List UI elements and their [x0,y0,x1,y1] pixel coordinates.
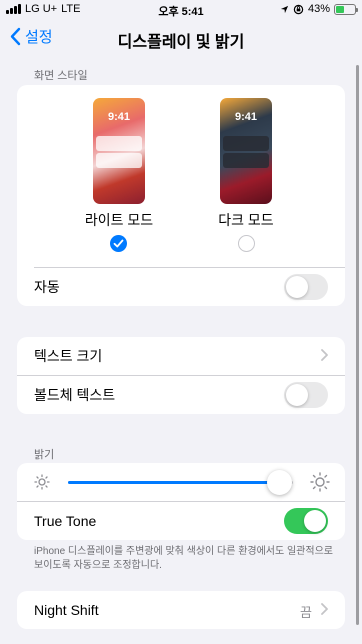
sun-large-icon [310,472,330,492]
battery-percent: 43% [307,3,330,15]
auto-row: 자동 [17,268,345,306]
text-size-row[interactable]: 텍스트 크기 [17,337,345,375]
chevron-right-icon [321,349,328,361]
brightness-slider[interactable] [68,470,293,495]
true-tone-row: True Tone [17,501,345,539]
appearance-group: 9:41 9:41 라이트 모드 다크 모드 자동 [17,85,345,306]
nav-bar: 설정 디스플레이 및 밝기 [0,20,362,56]
brightness-slider-fill [68,481,280,484]
night-shift-group: Night Shift 끔 [17,591,345,629]
night-shift-value: 끔 [300,605,312,620]
auto-toggle[interactable] [284,274,328,300]
dark-mode-label[interactable]: 다크 모드 [201,210,291,230]
battery-icon [334,3,358,15]
night-shift-row[interactable]: Night Shift 끔 [17,591,345,629]
true-tone-toggle[interactable] [284,508,328,534]
status-bar: LG U+ LTE 오후 5:41 43% [0,0,362,20]
dark-preview-time: 9:41 [234,111,258,123]
light-mode-preview[interactable]: 9:41 [93,98,145,204]
page-title: 디스플레이 및 밝기 [117,34,245,51]
sun-small-icon [34,474,50,490]
brightness-header: 밝기 [34,449,55,461]
true-tone-label: True Tone [34,512,97,529]
light-preview-time: 9:41 [107,111,131,123]
location-arrow-icon [280,5,289,13]
scrollbar[interactable] [356,65,359,625]
true-tone-footnote: iPhone 디스플레이를 주변광에 맞춰 색상이 다른 환경에서도 일관적으로… [34,546,333,571]
bold-text-label: 볼드체 텍스트 [34,386,116,403]
toggle-knob [304,510,326,532]
light-preview-widget [96,136,142,151]
text-group: 텍스트 크기 볼드체 텍스트 [17,337,345,414]
appearance-header: 화면 스타일 [34,70,88,82]
light-preview-widget [96,153,142,168]
toggle-knob [286,384,308,406]
brightness-slider-row [17,463,345,501]
night-shift-label: Night Shift [34,602,99,618]
bold-text-toggle[interactable] [284,382,328,408]
dark-preview-widget [223,153,269,168]
text-size-label: 텍스트 크기 [34,348,103,364]
auto-label: 자동 [34,279,60,295]
chevron-right-icon [321,603,328,615]
brightness-slider-knob[interactable] [267,470,292,495]
light-mode-label[interactable]: 라이트 모드 [74,210,164,230]
dark-preview-widget [223,136,269,151]
dark-mode-preview[interactable]: 9:41 [220,98,272,204]
light-mode-radio[interactable] [110,235,127,252]
toggle-knob [286,276,308,298]
status-right: 43% [280,3,358,15]
checkmark-icon [113,239,124,248]
bold-text-row: 볼드체 텍스트 [17,375,345,413]
brightness-group: True Tone [17,463,345,540]
rotation-lock-icon [293,4,304,14]
dark-mode-radio[interactable] [238,235,255,252]
